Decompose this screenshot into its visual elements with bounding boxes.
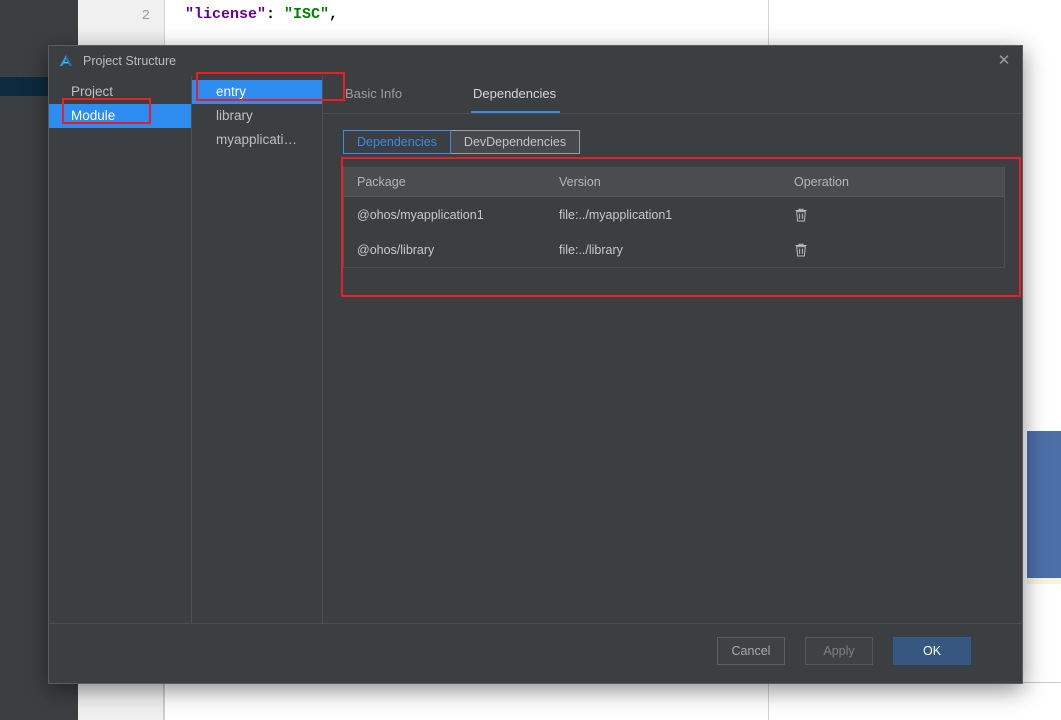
- table-row[interactable]: @ohos/myapplication1 file:../myapplicati…: [344, 197, 1004, 232]
- module-item-entry[interactable]: entry: [192, 80, 322, 104]
- trash-icon[interactable]: [794, 207, 808, 223]
- apply-button-label: Apply: [823, 644, 854, 658]
- toggle-dependencies[interactable]: Dependencies: [343, 130, 451, 154]
- toggle-dependencies-label: Dependencies: [357, 135, 437, 149]
- code-token-colon: :: [266, 6, 284, 23]
- sidebar-item-module[interactable]: Module: [49, 104, 191, 128]
- code-token-key: "license": [185, 6, 266, 23]
- category-list: Project Module: [49, 76, 192, 653]
- ok-button-label: OK: [923, 644, 941, 658]
- deveco-logo-icon: [58, 53, 74, 69]
- cancel-button-label: Cancel: [732, 644, 771, 658]
- module-item-library-label: library: [216, 108, 253, 123]
- cell-operation: [794, 207, 984, 223]
- tab-dependencies-label: Dependencies: [473, 86, 556, 101]
- cancel-button[interactable]: Cancel: [717, 637, 785, 665]
- sidebar-item-project-label: Project: [71, 84, 113, 99]
- code-token-comma: ,: [329, 6, 338, 23]
- trash-icon[interactable]: [794, 242, 808, 258]
- cell-package: @ohos/myapplication1: [344, 208, 559, 222]
- module-list: entry library myapplicati…: [192, 76, 323, 653]
- dialog-footer: Cancel Apply OK: [49, 623, 1022, 683]
- dialog-content: Basic Info Dependencies Dependencies Dev…: [323, 76, 1022, 653]
- module-item-entry-label: entry: [216, 84, 246, 99]
- column-header-operation: Operation: [794, 168, 984, 196]
- module-item-myapplication[interactable]: myapplicati…: [192, 128, 322, 152]
- project-structure-dialog: Project Structure ✕ Project Module entry…: [48, 45, 1023, 684]
- background-cream-panel: [1027, 578, 1061, 584]
- editor-code-line: "license": "ISC",: [185, 6, 338, 23]
- cell-version: file:../library: [559, 243, 794, 257]
- tab-dependencies[interactable]: Dependencies: [473, 86, 556, 101]
- dialog-title: Project Structure: [83, 54, 176, 68]
- ok-button[interactable]: OK: [893, 637, 971, 665]
- column-header-version: Version: [559, 168, 794, 196]
- toggle-devdependencies[interactable]: DevDependencies: [451, 130, 580, 154]
- apply-button[interactable]: Apply: [805, 637, 873, 665]
- module-item-myapplication-label: myapplicati…: [216, 132, 297, 147]
- close-icon[interactable]: ✕: [995, 52, 1013, 70]
- sidebar-item-project[interactable]: Project: [49, 80, 191, 104]
- column-header-package: Package: [344, 168, 559, 196]
- sidebar-item-module-label: Module: [71, 108, 115, 123]
- cell-package: @ohos/library: [344, 243, 559, 257]
- cell-operation: [794, 242, 984, 258]
- dependencies-table: Package Version Operation @ohos/myapplic…: [343, 167, 1005, 268]
- content-tabs: Basic Info Dependencies: [323, 76, 1022, 114]
- module-item-library[interactable]: library: [192, 104, 322, 128]
- tab-basic-info-label: Basic Info: [345, 86, 402, 101]
- dialog-titlebar[interactable]: Project Structure ✕: [49, 46, 1022, 76]
- tab-basic-info[interactable]: Basic Info: [345, 86, 402, 101]
- background-blue-panel: [1027, 431, 1061, 578]
- toggle-devdependencies-label: DevDependencies: [464, 135, 566, 149]
- code-token-value: "ISC": [284, 6, 329, 23]
- tab-active-underline: [471, 111, 560, 113]
- table-row[interactable]: @ohos/library file:../library: [344, 232, 1004, 267]
- editor-line-number: 2: [78, 8, 150, 24]
- dialog-body: Project Module entry library myapplicati…: [49, 76, 1022, 653]
- table-header-row: Package Version Operation: [344, 168, 1004, 197]
- cell-version: file:../myapplication1: [559, 208, 794, 222]
- lower-pane-vertical-divider: [163, 683, 164, 720]
- screen: 2 "license": "ISC", Project Structure ✕ …: [0, 0, 1061, 720]
- dependency-type-toggle-group: Dependencies DevDependencies: [343, 130, 580, 154]
